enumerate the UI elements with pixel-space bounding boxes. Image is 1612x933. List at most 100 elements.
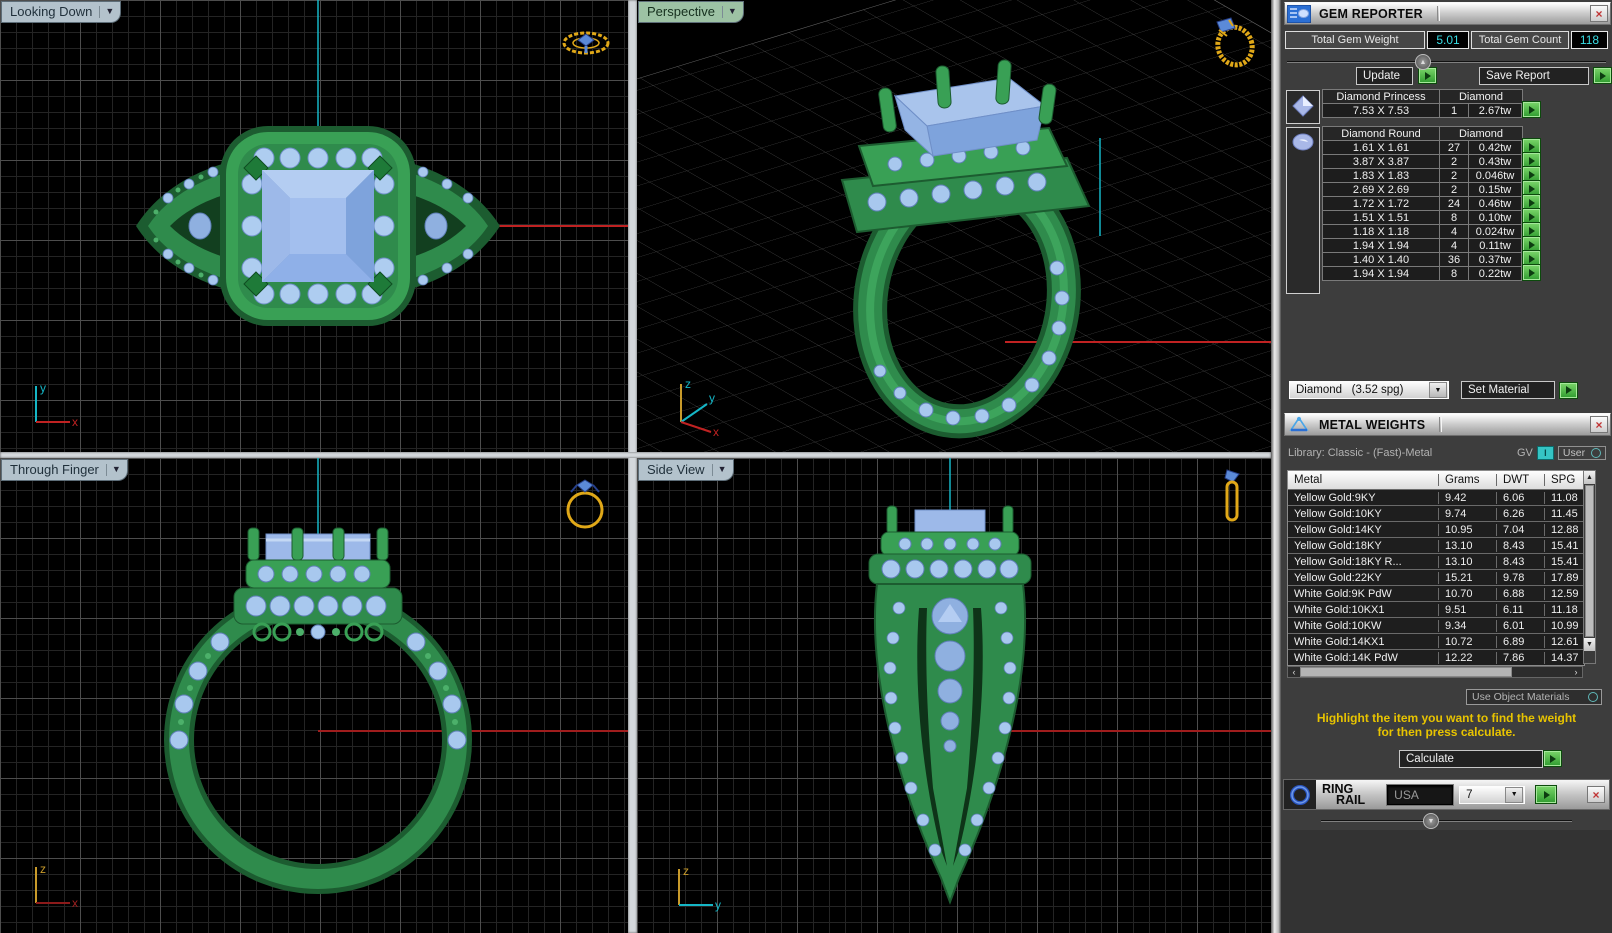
metal-table-vscrollbar[interactable]: ▲ ▼ (1583, 470, 1596, 664)
metal-table: Metal Grams DWT SPG Yellow Gold:9KY 9.42… (1287, 470, 1585, 666)
viewport-title-side-view[interactable]: Side View ▼ (639, 460, 733, 480)
calculate-go-button[interactable] (1543, 750, 1562, 767)
calculate-button[interactable]: Calculate (1399, 750, 1543, 768)
scroll-left-icon[interactable]: ‹ (1288, 667, 1300, 677)
ring-perspective-icon (1215, 17, 1255, 68)
gem-row: 1.18 X 1.18 4 0.024tw (1322, 222, 1541, 239)
viewport-side-view[interactable]: Side View ▼ z y (637, 458, 1271, 933)
library-toggles: GV I User (1517, 446, 1607, 460)
viewport-perspective[interactable]: Perspective ▼ z y x (637, 0, 1271, 452)
chevron-down-icon[interactable]: ▼ (1505, 786, 1524, 803)
ring-size-select[interactable]: 7 ▼ (1459, 785, 1526, 804)
center-princess-gem (262, 170, 374, 282)
scroll-down-icon[interactable]: ▼ (1584, 638, 1595, 651)
metal-row[interactable]: Yellow Gold:18KY R... 13.10 8.43 15.41 (1288, 553, 1584, 569)
metal-table-header[interactable]: Metal Grams DWT SPG (1288, 471, 1584, 489)
chevron-down-icon[interactable]: ▼ (711, 464, 733, 476)
total-gem-count-value: 118 (1571, 31, 1608, 49)
metal-weights-header[interactable]: METAL WEIGHTS × (1284, 413, 1611, 436)
gem-row: 3.87 X 3.87 2 0.43tw (1322, 152, 1541, 169)
metal-row[interactable]: Yellow Gold:9KY 9.42 6.06 11.08 (1288, 489, 1584, 505)
vscroll-thumb[interactable] (1585, 485, 1594, 637)
radio-icon (1591, 448, 1602, 458)
ring-rail-header[interactable]: RING RAIL USA 7 ▼ × (1283, 779, 1610, 810)
metal-row[interactable]: Yellow Gold:14KY 10.95 7.04 12.88 (1288, 521, 1584, 537)
chevron-down-icon[interactable]: ▼ (1429, 382, 1447, 398)
round-cut-icon (1286, 127, 1320, 294)
user-toggle[interactable]: User (1557, 446, 1607, 460)
scroll-right-icon[interactable]: › (1570, 667, 1582, 677)
shank-side (874, 583, 1026, 905)
viewport-splitter-horizontal[interactable] (0, 452, 1271, 458)
ring-rail-title: RING RAIL (1322, 781, 1366, 807)
close-icon[interactable]: × (1590, 5, 1608, 22)
total-gem-weight-label: Total Gem Weight (1285, 31, 1425, 49)
save-report-button[interactable]: Save Report (1478, 67, 1590, 85)
metal-row[interactable]: White Gold:14K PdW 12.22 7.86 14.37 (1288, 649, 1584, 665)
ring-rail-go-button[interactable] (1535, 785, 1558, 804)
metal-row[interactable]: Yellow Gold:18KY 13.10 8.43 15.41 (1288, 537, 1584, 553)
instruction-line1: Highlight the item you want to find the … (1316, 711, 1577, 725)
princess-cut-icon (1286, 90, 1320, 124)
viewport-looking-down[interactable]: Looking Down ▼ y x (0, 0, 628, 452)
gem-row-locate-button[interactable] (1522, 101, 1541, 118)
hscroll-thumb[interactable] (1300, 667, 1512, 677)
svg-text:x: x (72, 896, 78, 910)
update-button[interactable]: Update (1356, 67, 1414, 85)
gem-row: 7.53 X 7.53 1 2.67tw (1322, 101, 1541, 118)
metal-row[interactable]: White Gold:9K PdW 10.70 6.88 12.59 (1288, 585, 1584, 601)
chevron-down-icon[interactable]: ▼ (105, 464, 127, 476)
gem-group-name: Diamond Round (1322, 126, 1440, 141)
save-report-go-button[interactable] (1593, 67, 1612, 84)
svg-text:z: z (685, 377, 691, 391)
region-field[interactable]: USA (1387, 784, 1454, 805)
use-object-materials-toggle[interactable]: Use Object Materials (1466, 689, 1602, 705)
svg-text:x: x (713, 425, 719, 438)
chevron-down-icon[interactable]: ▼ (721, 6, 743, 18)
gem-row: 1.94 X 1.94 8 0.22tw (1322, 264, 1541, 281)
halo-head (220, 126, 416, 326)
calculate-row: Calculate (1399, 750, 1562, 768)
viewport-through-finger[interactable]: Through Finger ▼ z x (0, 458, 628, 933)
set-material-go-button[interactable] (1559, 381, 1578, 399)
viewport-splitter-vertical[interactable] (628, 0, 637, 933)
metal-row[interactable]: White Gold:10KX1 9.51 6.11 11.18 (1288, 601, 1584, 617)
chevron-down-icon[interactable]: ▼ (99, 6, 120, 18)
collapse-handle-icon[interactable]: ▲ (1415, 54, 1431, 70)
gem-row: 1.83 X 1.83 2 0.046tw (1322, 166, 1541, 183)
gem-totals-row: Total Gem Weight 5.01 Total Gem Count 11… (1285, 31, 1608, 49)
gem-row: 1.61 X 1.61 27 0.42tw (1322, 138, 1541, 155)
svg-text:y: y (709, 391, 715, 405)
metal-table-hscrollbar[interactable]: ‹ › (1287, 666, 1583, 678)
material-row: Diamond (3.52 spg) ▼ Set Material (1289, 381, 1578, 399)
ring-top-view-icon (562, 31, 610, 55)
scroll-up-icon[interactable]: ▲ (1584, 471, 1595, 484)
gv-toggle[interactable]: I (1536, 446, 1554, 460)
metal-row[interactable]: White Gold:14KX1 10.72 6.89 12.61 (1288, 633, 1584, 649)
gem-reporter-icon (1287, 4, 1311, 23)
axis-indicator: z y (678, 864, 721, 912)
gem-row: 1.72 X 1.72 24 0.46tw (1322, 194, 1541, 211)
viewport-title-looking-down[interactable]: Looking Down ▼ (2, 2, 121, 22)
viewport-title-perspective[interactable]: Perspective ▼ (639, 2, 743, 22)
ring-model-side-view (868, 458, 1271, 905)
jewelry-cad-app: Looking Down ▼ y x Perspective ▼ z y x T… (0, 0, 1612, 933)
metal-row[interactable]: White Gold:10KW 9.34 6.01 10.99 (1288, 617, 1584, 633)
ring-model-front-view (164, 458, 628, 894)
set-material-button[interactable]: Set Material (1461, 381, 1555, 399)
metal-row[interactable]: Yellow Gold:22KY 15.21 9.78 17.89 (1288, 569, 1584, 585)
library-label: Library: Classic - (Fast)-Metal (1288, 447, 1433, 459)
gem-table: Diamond Princess Diamond 7.53 X 7.53 1 2… (1286, 89, 1586, 297)
viewport-title-through-finger[interactable]: Through Finger ▼ (2, 460, 127, 480)
axis-indicator: y x (35, 381, 78, 429)
close-icon[interactable]: × (1590, 416, 1608, 433)
panel-splitter[interactable] (1271, 0, 1281, 933)
gem-reporter-header[interactable]: GEM REPORTER × (1284, 2, 1611, 25)
close-icon[interactable]: × (1587, 786, 1605, 803)
ring-model-perspective (637, 0, 1271, 452)
gem-row-locate-button[interactable] (1522, 264, 1541, 281)
material-select[interactable]: Diamond (3.52 spg) ▼ (1289, 381, 1449, 399)
metal-row[interactable]: Yellow Gold:10KY 9.74 6.26 11.45 (1288, 505, 1584, 521)
ring-rail-icon (1284, 780, 1316, 809)
collapse-handle-icon[interactable]: ▼ (1423, 813, 1439, 829)
